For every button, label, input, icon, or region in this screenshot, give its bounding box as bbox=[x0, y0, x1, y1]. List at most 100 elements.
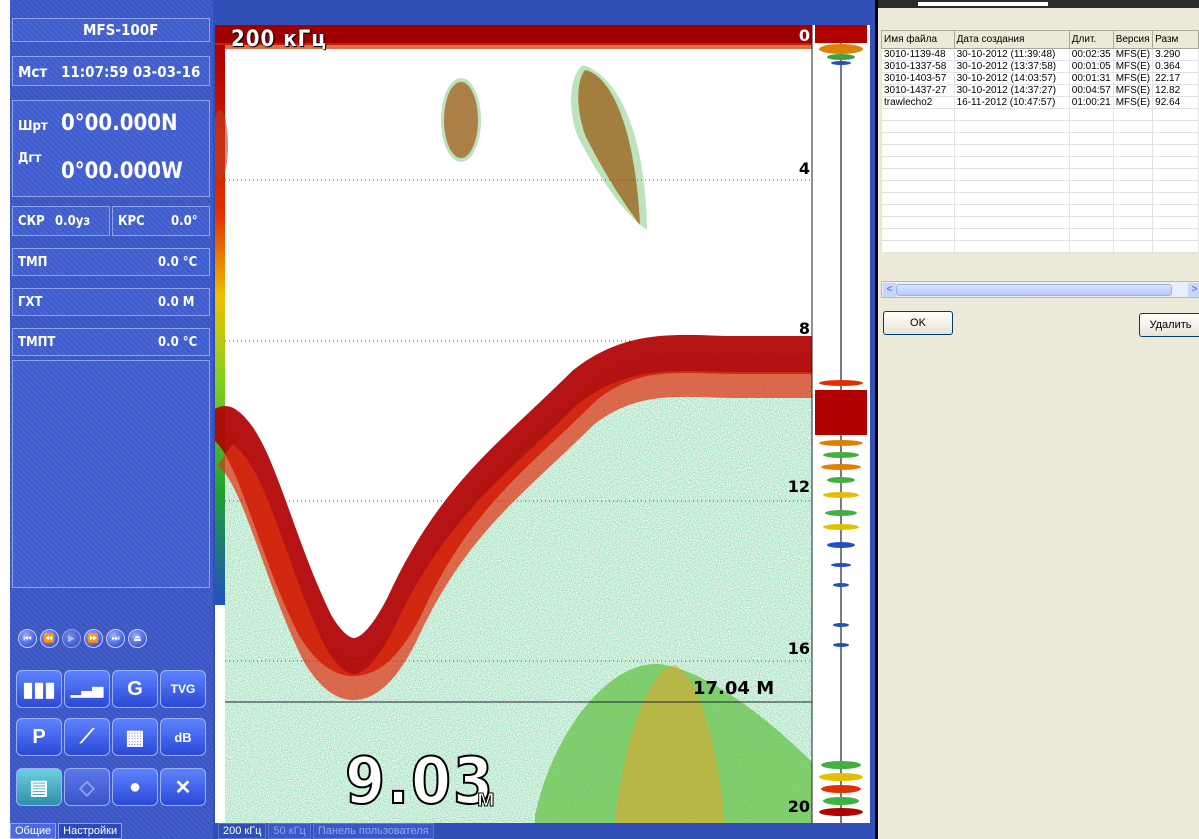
speed-value: 0.0уз bbox=[55, 214, 91, 229]
eraser-icon[interactable]: ◇ bbox=[64, 768, 110, 806]
db-signal-icon[interactable]: dB bbox=[160, 718, 206, 756]
cell-filename: trawlecho2 bbox=[881, 96, 955, 109]
cell-date: 30-10-2012 (13:37:58) bbox=[953, 60, 1070, 73]
column-header[interactable]: Версия bbox=[1112, 30, 1154, 49]
table-row-empty bbox=[881, 216, 1199, 229]
file-table: Имя файла Дата создания Длит. Версия Раз… bbox=[881, 30, 1199, 253]
cell-version: MFS(E) bbox=[1112, 96, 1154, 109]
eject-icon[interactable]: ⏏ bbox=[128, 629, 147, 648]
reading-value: 0.0 M bbox=[158, 295, 195, 310]
tab-general[interactable]: Общие bbox=[10, 823, 57, 839]
delete-button[interactable]: Удалить bbox=[1139, 313, 1199, 337]
time-label: Мст bbox=[18, 63, 48, 81]
frequency-tabs: 200 кГц 50 кГц Панель пользователя bbox=[213, 823, 875, 839]
table-row-empty bbox=[881, 144, 1199, 157]
lat-label: Шрт bbox=[18, 119, 48, 134]
cell-filename: 3010-1437-27 bbox=[881, 84, 955, 97]
cell-date: 30-10-2012 (14:37:27) bbox=[953, 84, 1070, 97]
cursor-depth-readout: 17.04 M bbox=[693, 678, 775, 699]
depth-tick: 16 bbox=[787, 639, 810, 658]
cell-size: 3.290 bbox=[1152, 48, 1199, 61]
model-header: MFS-100F bbox=[12, 18, 210, 42]
bars-mode-icon[interactable]: ▮▮▮ bbox=[16, 670, 62, 708]
gain-icon[interactable]: G bbox=[112, 670, 158, 708]
current-depth-value: 9.03 bbox=[344, 744, 496, 820]
table-row-empty bbox=[881, 180, 1199, 193]
cell-filename: 3010-1337-58 bbox=[881, 60, 955, 73]
cell-date: 16-11-2012 (10:47:57) bbox=[953, 96, 1070, 109]
tools-icon[interactable]: ✕ bbox=[160, 768, 206, 806]
cell-filename: 3010-1403-57 bbox=[881, 72, 955, 85]
reading-label: ТМП bbox=[18, 255, 48, 270]
table-row[interactable]: 3010-1337-58 30-10-2012 (13:37:58) 00:01:0… bbox=[881, 60, 1199, 73]
time-value: 11:07:59 03-03-16 bbox=[61, 63, 201, 81]
file-dialog: Имя файла Дата создания Длит. Версия Раз… bbox=[875, 0, 1199, 839]
reading-row-depth: ГХТ 0.0 M bbox=[12, 288, 210, 316]
cell-date: 30-10-2012 (14:03:57) bbox=[953, 72, 1070, 85]
time-row: Мст 11:07:59 03-03-16 bbox=[12, 56, 210, 86]
scroll-right-icon[interactable]: > bbox=[1188, 283, 1199, 297]
depth-tick: 8 bbox=[798, 319, 810, 338]
skip-forward-icon[interactable]: ⏭ bbox=[106, 629, 125, 648]
tab-200khz[interactable]: 200 кГц bbox=[218, 823, 267, 839]
cell-duration: 00:02:35 bbox=[1068, 48, 1114, 61]
course-cell: КРС 0.0° bbox=[112, 206, 210, 236]
cell-size: 12.82 bbox=[1152, 84, 1199, 97]
reading-value: 0.0 °C bbox=[158, 255, 198, 270]
course-value: 0.0° bbox=[171, 214, 198, 229]
lon-value: 0°00.000W bbox=[61, 159, 183, 184]
power-icon[interactable]: P bbox=[16, 718, 62, 756]
lon-label: Дгт bbox=[18, 151, 42, 166]
document-icon[interactable]: ▤ bbox=[16, 768, 62, 806]
column-header[interactable]: Дата создания bbox=[953, 30, 1070, 49]
tab-settings[interactable]: Настройки bbox=[58, 823, 123, 839]
table-row[interactable]: trawlecho2 16-11-2012 (10:47:57) 01:00:21 M… bbox=[881, 96, 1199, 109]
chart-adjust-icon[interactable]: ▦ bbox=[112, 718, 158, 756]
table-row-empty bbox=[881, 192, 1199, 205]
reading-row-water-temp: ТМПТ 0.0 °C bbox=[12, 328, 210, 356]
tab-50khz[interactable]: 50 кГц bbox=[268, 823, 311, 839]
position-block: Шрт 0°00.000N Дгт 0°00.000W bbox=[12, 100, 210, 197]
horizontal-scrollbar[interactable]: < > bbox=[881, 281, 1199, 298]
lat-value: 0°00.000N bbox=[61, 111, 178, 136]
cell-version: MFS(E) bbox=[1112, 84, 1154, 97]
cell-duration: 00:01:05 bbox=[1068, 60, 1114, 73]
table-row-empty bbox=[881, 132, 1199, 145]
scroll-left-icon[interactable]: < bbox=[883, 283, 896, 297]
tab-user-panel[interactable]: Панель пользователя bbox=[312, 823, 434, 839]
reading-row-temp: ТМП 0.0 °C bbox=[12, 248, 210, 276]
table-row-empty bbox=[881, 156, 1199, 169]
table-row[interactable]: 3010-1403-57 30-10-2012 (14:03:57) 00:01:3… bbox=[881, 72, 1199, 85]
slope-icon[interactable]: ⟋ bbox=[64, 718, 110, 756]
skip-back-icon[interactable]: ⏮ bbox=[18, 629, 37, 648]
tvg-icon[interactable]: TVG bbox=[160, 670, 206, 708]
reading-value: 0.0 °C bbox=[158, 335, 198, 350]
table-row[interactable]: 3010-1139-48 30-10-2012 (11:39:48) 00:02:3… bbox=[881, 48, 1199, 61]
fast-forward-icon[interactable]: ⏩ bbox=[84, 629, 103, 648]
echogram-view[interactable]: 200 кГц 0 4 8 12 16 20 17.04 M 9.03 м bbox=[215, 25, 870, 823]
course-label: КРС bbox=[118, 214, 145, 229]
column-header[interactable]: Разм bbox=[1152, 30, 1199, 49]
column-header[interactable]: Имя файла bbox=[881, 30, 955, 49]
rewind-icon[interactable]: ⏪ bbox=[40, 629, 59, 648]
cell-version: MFS(E) bbox=[1112, 48, 1154, 61]
bars-rising-icon[interactable]: ▁▃▅ bbox=[64, 670, 110, 708]
depth-tick: 12 bbox=[787, 477, 810, 496]
scrollbar-thumb[interactable] bbox=[896, 284, 1172, 296]
echogram-canvas bbox=[215, 25, 870, 823]
speed-cell: СКР 0.0уз bbox=[12, 206, 110, 236]
table-row-empty bbox=[881, 168, 1199, 181]
cell-version: MFS(E) bbox=[1112, 72, 1154, 85]
left-tabs: Общие Настройки bbox=[10, 823, 123, 839]
table-row[interactable]: 3010-1437-27 30-10-2012 (14:37:27) 00:04:5… bbox=[881, 84, 1199, 97]
table-row-empty bbox=[881, 204, 1199, 217]
play-icon[interactable]: ▶ bbox=[62, 629, 81, 648]
cell-duration: 01:00:21 bbox=[1068, 96, 1114, 109]
cell-duration: 00:04:57 bbox=[1068, 84, 1114, 97]
ok-button[interactable]: OK bbox=[883, 311, 953, 335]
empty-panel bbox=[12, 360, 210, 588]
column-header[interactable]: Длит. bbox=[1068, 30, 1114, 49]
table-row-empty bbox=[881, 120, 1199, 133]
cell-size: 92.64 bbox=[1152, 96, 1199, 109]
user-icon[interactable]: ● bbox=[112, 768, 158, 806]
